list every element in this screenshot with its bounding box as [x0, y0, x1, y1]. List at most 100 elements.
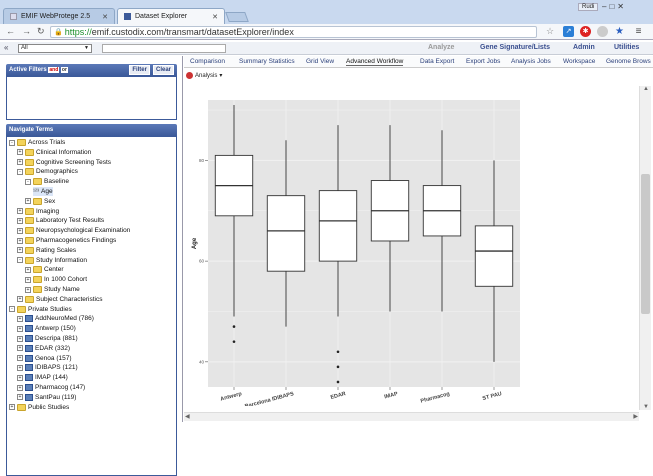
study-node[interactable]: + SantPau (119) [17, 393, 76, 402]
tab-advanced-workflow[interactable]: Advanced Workflow [346, 58, 404, 66]
or-toggle[interactable]: or [60, 67, 68, 73]
study-node[interactable]: + AddNeuroMed (786) [17, 314, 94, 323]
collapse-icon[interactable]: - [9, 306, 15, 313]
expand-icon[interactable]: + [17, 345, 23, 352]
scroll-left-icon[interactable]: ◀ [185, 413, 190, 420]
collapse-icon[interactable]: - [25, 178, 31, 185]
profile-badge[interactable]: Rudi [578, 3, 599, 11]
expand-icon[interactable]: + [17, 374, 23, 381]
tab-emif-webprotege[interactable]: EMIF WebProtege 2.5 ✕ [3, 8, 115, 24]
active-filters-body[interactable] [6, 76, 177, 120]
expand-icon[interactable]: + [17, 149, 23, 156]
tree-node[interactable]: - Private Studies [9, 305, 72, 314]
tree-node[interactable]: ¹²³ Age [33, 187, 53, 196]
collapse-panel-icon[interactable]: « [4, 43, 8, 52]
tree-node[interactable]: + Study Name [25, 285, 80, 294]
address-bar[interactable]: 🔒 https:// emif.custodix.com/transmart/d… [50, 26, 537, 38]
collapse-icon[interactable]: - [17, 168, 23, 175]
expand-icon[interactable]: + [17, 227, 23, 234]
tree-node[interactable]: + Center [25, 265, 64, 274]
expand-icon[interactable]: + [25, 198, 31, 205]
scroll-right-icon[interactable]: ▶ [633, 413, 638, 420]
scroll-thumb[interactable] [641, 174, 650, 314]
tree-node[interactable]: - Demographics [17, 167, 78, 176]
expand-icon[interactable]: + [17, 208, 23, 215]
back-arrow-icon[interactable]: ← [6, 26, 15, 36]
tab-data-export[interactable]: Data Export [420, 58, 454, 65]
analysis-menu[interactable]: Analysis ▾ [186, 72, 222, 79]
expand-icon[interactable]: + [25, 276, 31, 283]
filter-button[interactable]: Filter [129, 65, 150, 75]
star-icon[interactable]: ☆ [546, 26, 554, 37]
tab-dataset-explorer[interactable]: Dataset Explorer ✕ [117, 8, 225, 24]
study-node[interactable]: + Pharmacog (147) [17, 383, 85, 392]
study-node[interactable]: + EDAR (332) [17, 344, 70, 353]
menu-admin[interactable]: Admin [573, 44, 595, 51]
tree-node[interactable]: + Sex [25, 197, 55, 206]
menu-icon[interactable]: ≡ [633, 26, 644, 37]
new-tab-button[interactable] [225, 12, 249, 22]
tree-node[interactable]: + Clinical Information [17, 148, 91, 157]
expand-icon[interactable]: + [9, 404, 15, 411]
tree-node[interactable]: + Public Studies [9, 403, 69, 412]
bookmark-star-icon[interactable]: ★ [614, 26, 625, 37]
menu-analyze[interactable]: Analyze [428, 44, 454, 51]
expand-icon[interactable]: + [17, 237, 23, 244]
close-tab-icon[interactable]: ✕ [212, 13, 218, 21]
expand-icon[interactable]: + [17, 217, 23, 224]
collapse-icon[interactable]: - [9, 139, 15, 146]
tree-node[interactable]: + Subject Characteristics [17, 295, 102, 304]
and-toggle[interactable]: and [48, 67, 60, 73]
minimize-icon[interactable]: – [602, 2, 606, 11]
search-input[interactable] [102, 44, 226, 53]
horizontal-scrollbar[interactable]: ◀ ▶ [184, 412, 639, 421]
scroll-down-icon[interactable]: ▼ [643, 404, 649, 410]
expand-icon[interactable]: + [25, 286, 31, 293]
expand-icon[interactable]: + [17, 296, 23, 303]
reload-icon[interactable]: ↻ [37, 26, 45, 37]
tree-node[interactable]: + Rating Scales [17, 246, 76, 255]
tree-node[interactable]: - Baseline [25, 177, 69, 186]
close-tab-icon[interactable]: ✕ [102, 13, 108, 21]
menu-utilities[interactable]: Utilities [614, 44, 639, 51]
study-node[interactable]: + IDIBAPS (121) [17, 363, 78, 372]
close-window-icon[interactable]: ✕ [617, 2, 624, 11]
expand-icon[interactable]: + [17, 247, 23, 254]
tree-node[interactable]: + Neuropsychological Examination [17, 226, 130, 235]
study-node[interactable]: + IMAP (144) [17, 373, 68, 382]
ontology-dropdown[interactable]: All ▼ [18, 44, 92, 53]
expand-icon[interactable]: + [17, 159, 23, 166]
maximize-icon[interactable]: □ [609, 2, 614, 11]
tree-node[interactable]: + Laboratory Test Results [17, 216, 104, 225]
collapse-icon[interactable]: - [17, 257, 23, 264]
vertical-scrollbar[interactable]: ▲ ▼ [639, 86, 651, 410]
expand-icon[interactable]: + [17, 364, 23, 371]
tab-comparison[interactable]: Comparison [190, 58, 225, 65]
tree-node[interactable]: - Study Information [17, 256, 87, 265]
tab-workspace[interactable]: Workspace [563, 58, 595, 65]
scroll-up-icon[interactable]: ▲ [643, 86, 649, 92]
expand-icon[interactable]: + [17, 394, 23, 401]
expand-icon[interactable]: + [17, 384, 23, 391]
expand-icon[interactable]: + [25, 266, 31, 273]
menu-gene-signature[interactable]: Gene Signature/Lists [480, 44, 550, 51]
expand-icon[interactable]: + [17, 325, 23, 332]
tab-export-jobs[interactable]: Export Jobs [466, 58, 500, 65]
tab-grid-view[interactable]: Grid View [306, 58, 334, 65]
tree-node[interactable]: + Cognitive Screening Tests [17, 158, 111, 167]
expand-icon[interactable]: + [17, 335, 23, 342]
extension-icon[interactable]: ↗ [563, 26, 574, 37]
tree-node[interactable]: + Imaging [17, 207, 59, 216]
expand-icon[interactable]: + [17, 355, 23, 362]
extension-cloud-icon[interactable] [597, 26, 608, 37]
expand-icon[interactable]: + [17, 315, 23, 322]
study-node[interactable]: + Descripa (881) [17, 334, 78, 343]
study-node[interactable]: + Genoa (157) [17, 354, 72, 363]
clear-button[interactable]: Clear [152, 65, 174, 75]
extension-gear-icon[interactable]: ✱ [580, 26, 591, 37]
tab-analysis-jobs[interactable]: Analysis Jobs [511, 58, 551, 65]
tree-node[interactable]: - Across Trials [9, 138, 65, 147]
tab-summary-statistics[interactable]: Summary Statistics [239, 58, 295, 65]
tree-node[interactable]: + In 1000 Cohort [25, 275, 87, 284]
tree-node[interactable]: + Pharmacogenetics Findings [17, 236, 116, 245]
